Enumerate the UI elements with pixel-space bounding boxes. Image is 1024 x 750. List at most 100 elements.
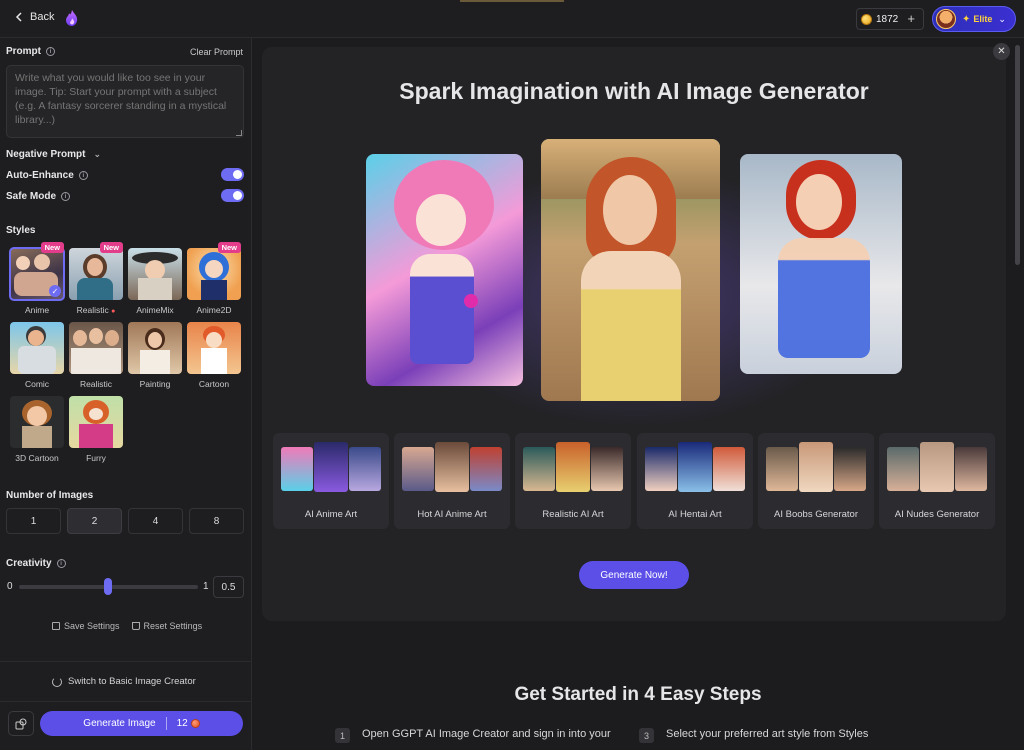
safe-mode-toggle[interactable] <box>221 189 244 202</box>
save-icon <box>52 622 60 630</box>
credits-widget[interactable]: 1872 + <box>856 8 924 30</box>
auto-enhance-row: Auto-Enhance i <box>6 170 88 181</box>
safe-mode-row: Safe Mode i <box>6 191 71 202</box>
close-button[interactable]: ✕ <box>993 43 1010 60</box>
clear-prompt-button[interactable]: Clear Prompt <box>190 47 243 57</box>
num-images-1[interactable]: 1 <box>6 508 61 534</box>
style-thumbnail <box>128 248 182 300</box>
num-images-label: Number of Images <box>6 490 94 501</box>
creativity-slider-handle[interactable] <box>104 578 112 595</box>
category-card-ai-boobs-generator[interactable]: AI Boobs Generator <box>758 433 874 529</box>
new-badge: New <box>217 242 241 253</box>
credits-count: 1872 <box>876 13 899 25</box>
style-label: AnimeMix <box>136 305 174 315</box>
style-furry[interactable]: Furry <box>69 396 123 463</box>
hero-title: Spark Imagination with AI Image Generato… <box>399 78 869 104</box>
style-cartoon[interactable]: Cartoon <box>187 322 241 389</box>
chevron-left-icon <box>15 12 22 22</box>
step-number: 1 <box>335 728 350 743</box>
safe-mode-label: Safe Mode <box>6 191 57 202</box>
category-card-realistic-ai-art[interactable]: Realistic AI Art <box>515 433 631 529</box>
trash-icon <box>131 622 140 630</box>
style-animemix[interactable]: AnimeMix <box>128 248 182 315</box>
category-label: AI Hentai Art <box>668 509 722 520</box>
generate-image-button[interactable]: Generate Image 12 <box>40 711 243 736</box>
back-label: Back <box>30 11 55 23</box>
step-text: Open GGPT AI Image Creator and sign in i… <box>362 728 611 740</box>
style-thumbnail <box>69 248 123 300</box>
info-icon[interactable]: i <box>78 171 88 180</box>
style-comic[interactable]: Comic <box>10 322 64 389</box>
elite-account-button[interactable]: ✦ Elite ⌄ <box>932 6 1016 32</box>
thumbnail <box>402 447 434 491</box>
shapes-button[interactable] <box>8 711 34 736</box>
chevron-down-icon: ⌄ <box>93 149 102 159</box>
style-painting[interactable]: Painting <box>128 322 182 389</box>
style-label: Cartoon <box>198 379 230 389</box>
style-realistic[interactable]: New Realistic ● <box>69 242 123 315</box>
thumbnail <box>678 442 712 492</box>
thumbnail <box>314 442 348 492</box>
num-images-4[interactable]: 4 <box>128 508 183 534</box>
style-thumbnail <box>69 396 123 448</box>
fire-icon: ● <box>111 308 116 315</box>
thumbnail <box>645 447 677 491</box>
info-icon[interactable]: i <box>61 192 71 201</box>
coin-icon <box>861 13 872 25</box>
creativity-label: Creativity <box>6 558 52 569</box>
save-settings-button[interactable]: Save Settings <box>52 621 120 631</box>
thumbnail <box>470 447 502 491</box>
resize-handle[interactable] <box>236 130 242 136</box>
category-card-ai-hentai-art[interactable]: AI Hentai Art <box>637 433 753 529</box>
reset-settings-button[interactable]: Reset Settings <box>131 621 202 631</box>
style-thumbnail <box>10 322 64 374</box>
negative-prompt-label: Negative Prompt <box>6 149 86 160</box>
auto-enhance-label: Auto-Enhance <box>6 170 74 181</box>
generate-now-button[interactable]: Generate Now! <box>579 561 689 589</box>
scrollbar[interactable] <box>1015 45 1020 265</box>
thumbnail <box>920 442 954 492</box>
auto-enhance-toggle[interactable] <box>221 168 244 181</box>
add-credits-button[interactable]: + <box>907 11 915 26</box>
info-icon[interactable]: i <box>46 47 55 56</box>
hero-image-lingerie <box>740 154 902 374</box>
category-card-hot-ai-anime-art[interactable]: Hot AI Anime Art <box>394 433 510 529</box>
style-thumbnail <box>187 322 241 374</box>
plan-label: Elite <box>973 14 993 24</box>
thumbnail <box>435 442 469 492</box>
category-thumbnails <box>645 442 745 492</box>
switch-basic-creator-button[interactable]: Switch to Basic Image Creator <box>52 676 196 687</box>
category-card-ai-anime-art[interactable]: AI Anime Art <box>273 433 389 529</box>
info-icon[interactable]: i <box>56 559 66 568</box>
category-card-ai-nudes-generator[interactable]: AI Nudes Generator <box>879 433 995 529</box>
flame-logo-icon[interactable] <box>64 9 80 27</box>
prompt-input[interactable] <box>6 65 244 138</box>
step-item: 1 Open GGPT AI Image Creator and sign in… <box>335 728 611 743</box>
creativity-value-input[interactable]: 0.5 <box>213 576 244 598</box>
prompt-heading: Prompt i <box>6 46 55 57</box>
category-thumbnails <box>887 442 987 492</box>
style-anime[interactable]: ✓ New Anime <box>9 242 65 315</box>
style-label: Comic <box>24 379 50 389</box>
slider-max-label: 1 <box>203 581 209 592</box>
thumbnail <box>556 442 590 492</box>
negative-prompt-toggle[interactable]: Negative Prompt ⌄ <box>6 149 101 160</box>
creativity-heading: Creativity i <box>6 558 66 569</box>
thumbnail <box>523 447 555 491</box>
thumbnail <box>799 442 833 492</box>
thumbnail <box>955 447 987 491</box>
sidebar: Prompt i Clear Prompt Negative Prompt ⌄ … <box>0 38 252 750</box>
style-label: Furry <box>86 453 106 463</box>
thumbnail <box>766 447 798 491</box>
style-realistic-2[interactable]: Realistic <box>69 322 123 389</box>
style-anime2d[interactable]: New Anime2D <box>187 242 241 315</box>
slider-min-label: 0 <box>7 581 13 592</box>
new-badge: New <box>99 242 123 253</box>
style-thumbnail <box>128 322 182 374</box>
num-images-2[interactable]: 2 <box>67 508 122 534</box>
style-3d-cartoon[interactable]: 3D Cartoon <box>10 396 64 463</box>
hero-image-anime <box>366 154 523 386</box>
back-button[interactable]: Back <box>14 11 54 23</box>
hero-image-realistic <box>541 139 720 401</box>
num-images-8[interactable]: 8 <box>189 508 244 534</box>
